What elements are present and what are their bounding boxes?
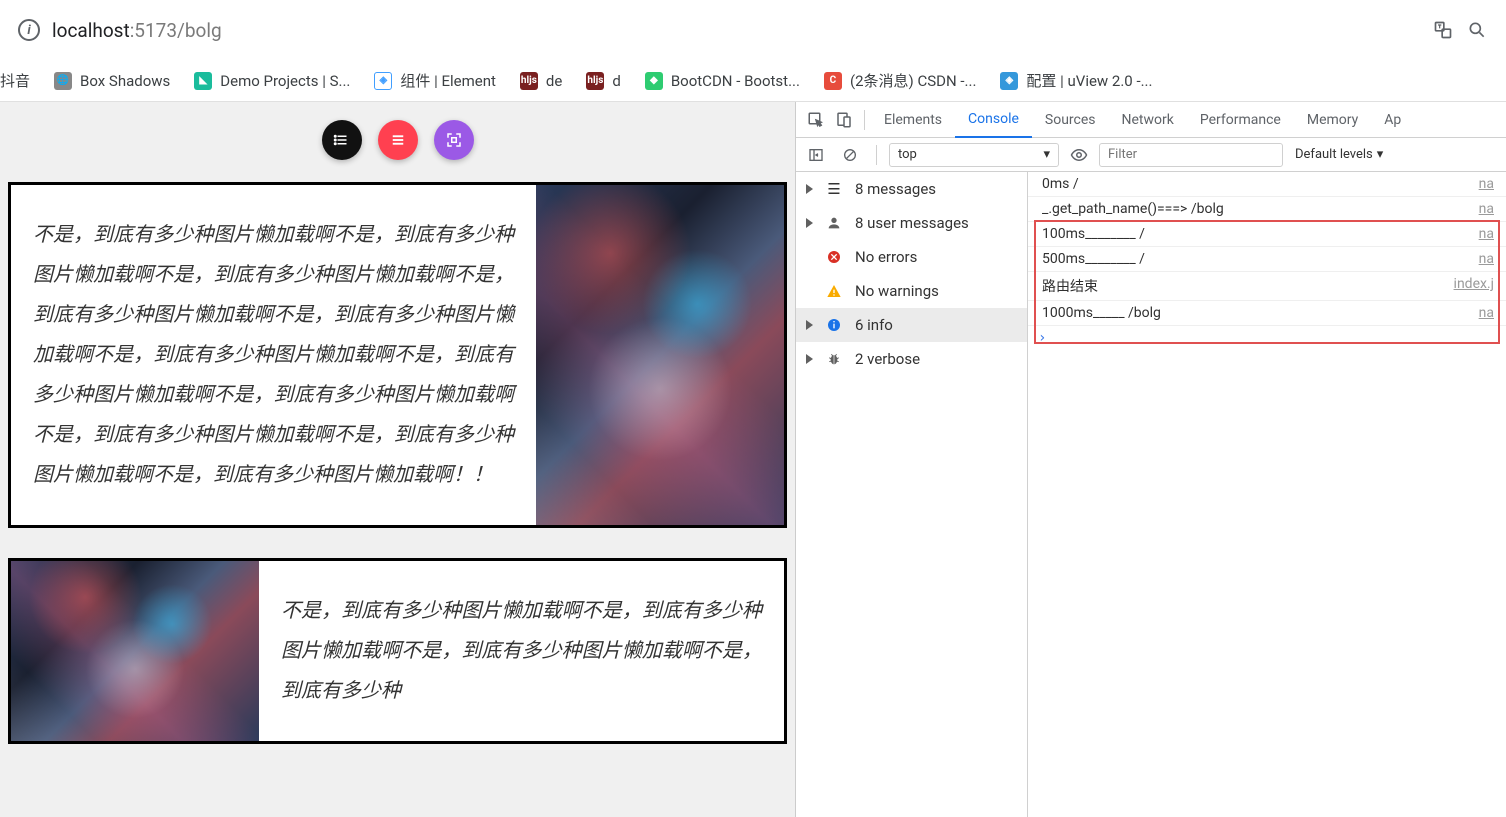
warning-icon	[825, 282, 843, 300]
list-icon	[333, 131, 351, 149]
log-levels-selector[interactable]: Default levels ▾	[1295, 147, 1383, 162]
article-text: 不是，到底有多少种图片懒加载啊不是，到底有多少种图片懒加载啊不是，到底有多少种图…	[259, 561, 784, 741]
bookmark-item[interactable]: ◣Demo Projects | S...	[194, 72, 350, 90]
bookmark-favicon: ◈	[374, 72, 392, 90]
tab-performance[interactable]: Performance	[1187, 102, 1294, 138]
url-path: :5173/bolg	[130, 19, 222, 42]
fullscreen-icon	[445, 131, 463, 149]
bookmark-item[interactable]: hljsd	[586, 72, 620, 90]
menu-button[interactable]	[378, 120, 418, 160]
bookmark-item[interactable]: 🌐Box Shadows	[54, 72, 170, 90]
bookmark-favicon: hljs	[586, 72, 604, 90]
error-icon	[825, 248, 843, 266]
bookmark-item[interactable]: C(2条消息) CSDN -...	[824, 70, 976, 91]
console-prompt[interactable]: ›	[1028, 326, 1506, 350]
log-entry[interactable]: 100ms________ /na	[1028, 222, 1506, 247]
zoom-icon[interactable]	[1466, 19, 1488, 41]
url-host: localhost	[52, 19, 130, 42]
bookmark-item[interactable]: hljsde	[520, 72, 562, 90]
context-value: top	[898, 147, 917, 162]
expand-icon	[806, 320, 813, 330]
bookmark-item[interactable]: ◈组件 | Element	[374, 70, 496, 91]
context-selector[interactable]: top ▾	[889, 143, 1059, 167]
page-content: 不是，到底有多少种图片懒加载啊不是，到底有多少种图片懒加载啊不是，到底有多少种图…	[0, 102, 795, 817]
console-body: ☰ 8 messages 8 user messages No errors N	[796, 172, 1506, 817]
user-icon	[825, 214, 843, 232]
clear-console-icon[interactable]	[836, 141, 864, 169]
expand-icon	[806, 218, 813, 228]
console-toolbar: top ▾ Default levels ▾	[796, 138, 1506, 172]
sidebar-warnings[interactable]: No warnings	[796, 274, 1027, 308]
sidebar-errors[interactable]: No errors	[796, 240, 1027, 274]
log-entry[interactable]: 500ms________ /na	[1028, 247, 1506, 272]
list-icon: ☰	[825, 180, 843, 198]
list-button[interactable]	[322, 120, 362, 160]
chevron-down-icon: ▾	[1043, 147, 1050, 162]
sidebar-messages[interactable]: ☰ 8 messages	[796, 172, 1027, 206]
tab-sources[interactable]: Sources	[1032, 102, 1109, 138]
console-sidebar: ☰ 8 messages 8 user messages No errors N	[796, 172, 1028, 817]
site-info-icon[interactable]: i	[18, 19, 40, 41]
fullscreen-button[interactable]	[434, 120, 474, 160]
bookmark-item[interactable]: ◆BootCDN - Bootst...	[645, 72, 800, 90]
log-entry[interactable]: _.get_path_name()===> /bolgna	[1028, 197, 1506, 222]
sidebar-info[interactable]: 6 info	[796, 308, 1027, 342]
bookmark-favicon: C	[824, 72, 842, 90]
device-toggle-icon[interactable]	[830, 106, 858, 134]
devtools-panel: Elements Console Sources Network Perform…	[795, 102, 1506, 817]
menu-icon	[389, 131, 407, 149]
floating-buttons	[0, 102, 795, 174]
article-card: 不是，到底有多少种图片懒加载啊不是，到底有多少种图片懒加载啊不是，到底有多少种图…	[8, 558, 787, 744]
filter-input[interactable]	[1099, 143, 1283, 167]
info-icon	[825, 316, 843, 334]
bookmark-favicon: hljs	[520, 72, 538, 90]
bookmark-favicon: ◣	[194, 72, 212, 90]
tab-network[interactable]: Network	[1109, 102, 1187, 138]
address-bar: i localhost:5173/bolg	[0, 0, 1506, 60]
tab-application[interactable]: Ap	[1371, 102, 1414, 138]
expand-icon	[806, 184, 813, 194]
translate-icon[interactable]	[1432, 19, 1454, 41]
tab-memory[interactable]: Memory	[1294, 102, 1371, 138]
article-image	[536, 185, 784, 525]
inspect-icon[interactable]	[802, 106, 830, 134]
sidebar-toggle-icon[interactable]	[802, 141, 830, 169]
log-entry[interactable]: 1000ms_____ /bolgna	[1028, 301, 1506, 326]
sidebar-user-messages[interactable]: 8 user messages	[796, 206, 1027, 240]
bookmark-item[interactable]: ◈配置 | uView 2.0 -...	[1000, 70, 1152, 91]
article-text: 不是，到底有多少种图片懒加载啊不是，到底有多少种图片懒加载啊不是，到底有多少种图…	[11, 185, 536, 525]
log-entry[interactable]: 0ms /na	[1028, 172, 1506, 197]
url-display[interactable]: localhost:5173/bolg	[52, 19, 222, 42]
tab-elements[interactable]: Elements	[871, 102, 955, 138]
bookmarks-bar: 抖音 🌐Box Shadows ◣Demo Projects | S... ◈组…	[0, 60, 1506, 102]
globe-icon: 🌐	[54, 72, 72, 90]
console-log[interactable]: 0ms /na _.get_path_name()===> /bolgna 10…	[1028, 172, 1506, 817]
live-expression-icon[interactable]	[1065, 141, 1093, 169]
log-entry[interactable]: 路由结束index.j	[1028, 272, 1506, 301]
article-image	[11, 561, 259, 741]
bug-icon	[825, 350, 843, 368]
tab-console[interactable]: Console	[955, 102, 1032, 138]
bookmark-favicon: ◆	[645, 72, 663, 90]
bookmark-favicon: ◈	[1000, 72, 1018, 90]
bookmark-item[interactable]: 抖音	[0, 70, 30, 91]
main-area: 不是，到底有多少种图片懒加载啊不是，到底有多少种图片懒加载啊不是，到底有多少种图…	[0, 102, 1506, 817]
expand-icon	[806, 354, 813, 364]
chevron-down-icon: ▾	[1377, 147, 1384, 162]
article-card: 不是，到底有多少种图片懒加载啊不是，到底有多少种图片懒加载啊不是，到底有多少种图…	[8, 182, 787, 528]
devtools-tabs: Elements Console Sources Network Perform…	[796, 102, 1506, 138]
sidebar-verbose[interactable]: 2 verbose	[796, 342, 1027, 376]
